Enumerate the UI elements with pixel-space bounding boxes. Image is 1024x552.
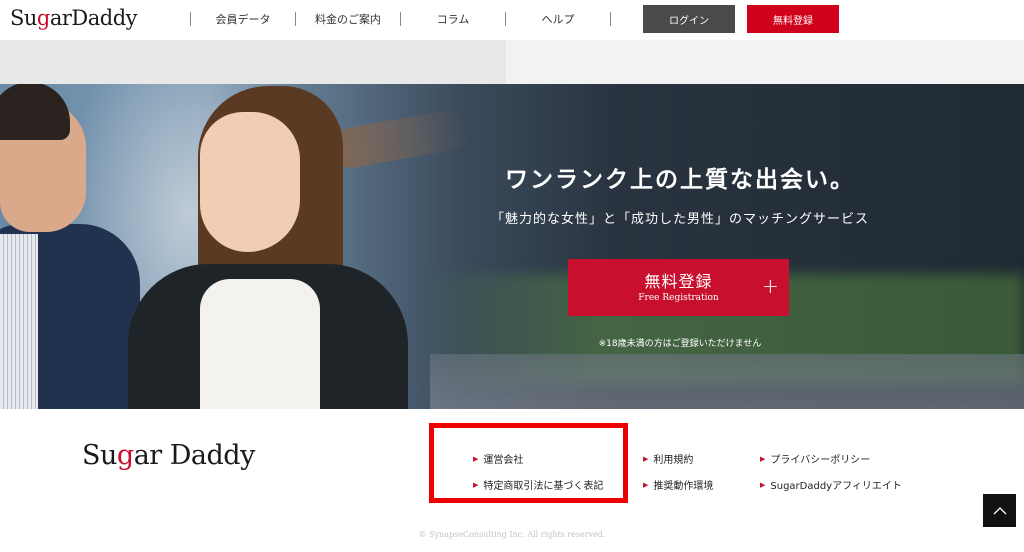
footer-logo[interactable]: Sugar Daddy [82, 440, 255, 471]
site-header: SugarDaddy 会員データ 料金のご案内 コラム ヘルプ ログイン 無料登… [0, 0, 1024, 40]
footer-logo-accent: g [116, 440, 134, 471]
footer-link-label: 推奨動作環境 [653, 481, 714, 492]
logo-text-suffix: arDaddy [49, 6, 138, 30]
plus-icon: + [762, 274, 779, 298]
site-logo[interactable]: SugarDaddy [10, 6, 138, 30]
triangle-right-icon: ▶ [760, 480, 766, 489]
hero-signup-button[interactable]: 無料登録 Free Registration + [568, 259, 789, 316]
woman-face [200, 112, 300, 252]
triangle-right-icon: ▶ [760, 454, 766, 463]
signup-button[interactable]: 無料登録 [747, 5, 839, 33]
main-nav: 会員データ 料金のご案内 コラム ヘルプ [190, 10, 611, 28]
footer-logo-suffix: ar Daddy [133, 440, 256, 471]
footer-link-label: 利用規約 [653, 455, 694, 466]
header-spacer-band-right [506, 40, 1024, 84]
footer-link-label: SugarDaddyアフィリエイト [770, 481, 902, 492]
triangle-right-icon: ▶ [643, 480, 649, 489]
triangle-right-icon: ▶ [643, 454, 649, 463]
hero-section: ワンランク上の上質な出会い。 「魅力的な女性」と「成功した男性」のマッチングサー… [0, 84, 1024, 409]
footer-logo-prefix: Su [82, 440, 117, 471]
footer-link-terms[interactable]: ▶ 利用規約 [643, 451, 694, 467]
annotation-highlight-box [429, 423, 628, 503]
hero-title: ワンランク上の上質な出会い。 [505, 166, 855, 193]
back-to-top-button[interactable] [983, 494, 1016, 527]
nav-help[interactable]: ヘルプ [506, 11, 610, 27]
woman-shirt [200, 279, 320, 409]
footer-link-privacy[interactable]: ▶ プライバシーポリシー [760, 451, 871, 467]
hero-signup-sublabel: Free Registration [638, 293, 719, 303]
man-shirt [0, 234, 38, 409]
footer-link-label: プライバシーポリシー [770, 455, 871, 466]
nav-divider [610, 12, 611, 26]
footer-link-environment[interactable]: ▶ 推奨動作環境 [643, 477, 714, 493]
nav-pricing[interactable]: 料金のご案内 [296, 11, 400, 27]
hero-subtitle: 「魅力的な女性」と「成功した男性」のマッチングサービス [490, 212, 869, 227]
logo-text-prefix: Su [10, 6, 37, 30]
age-restriction-note: ※18歳未満の方はご登録いただけません [598, 339, 762, 349]
hero-signup-label: 無料登録 [644, 272, 713, 291]
copyright-text: © SynapseConsulting Inc. All rights rese… [418, 530, 606, 539]
nav-member-data[interactable]: 会員データ [191, 11, 295, 27]
footer-link-affiliate[interactable]: ▶ SugarDaddyアフィリエイト [760, 477, 902, 493]
logo-text-accent: g [36, 6, 50, 30]
chevron-up-icon [993, 506, 1006, 514]
login-button[interactable]: ログイン [643, 5, 735, 33]
hero-background-street [430, 354, 1024, 409]
nav-column[interactable]: コラム [401, 11, 505, 27]
